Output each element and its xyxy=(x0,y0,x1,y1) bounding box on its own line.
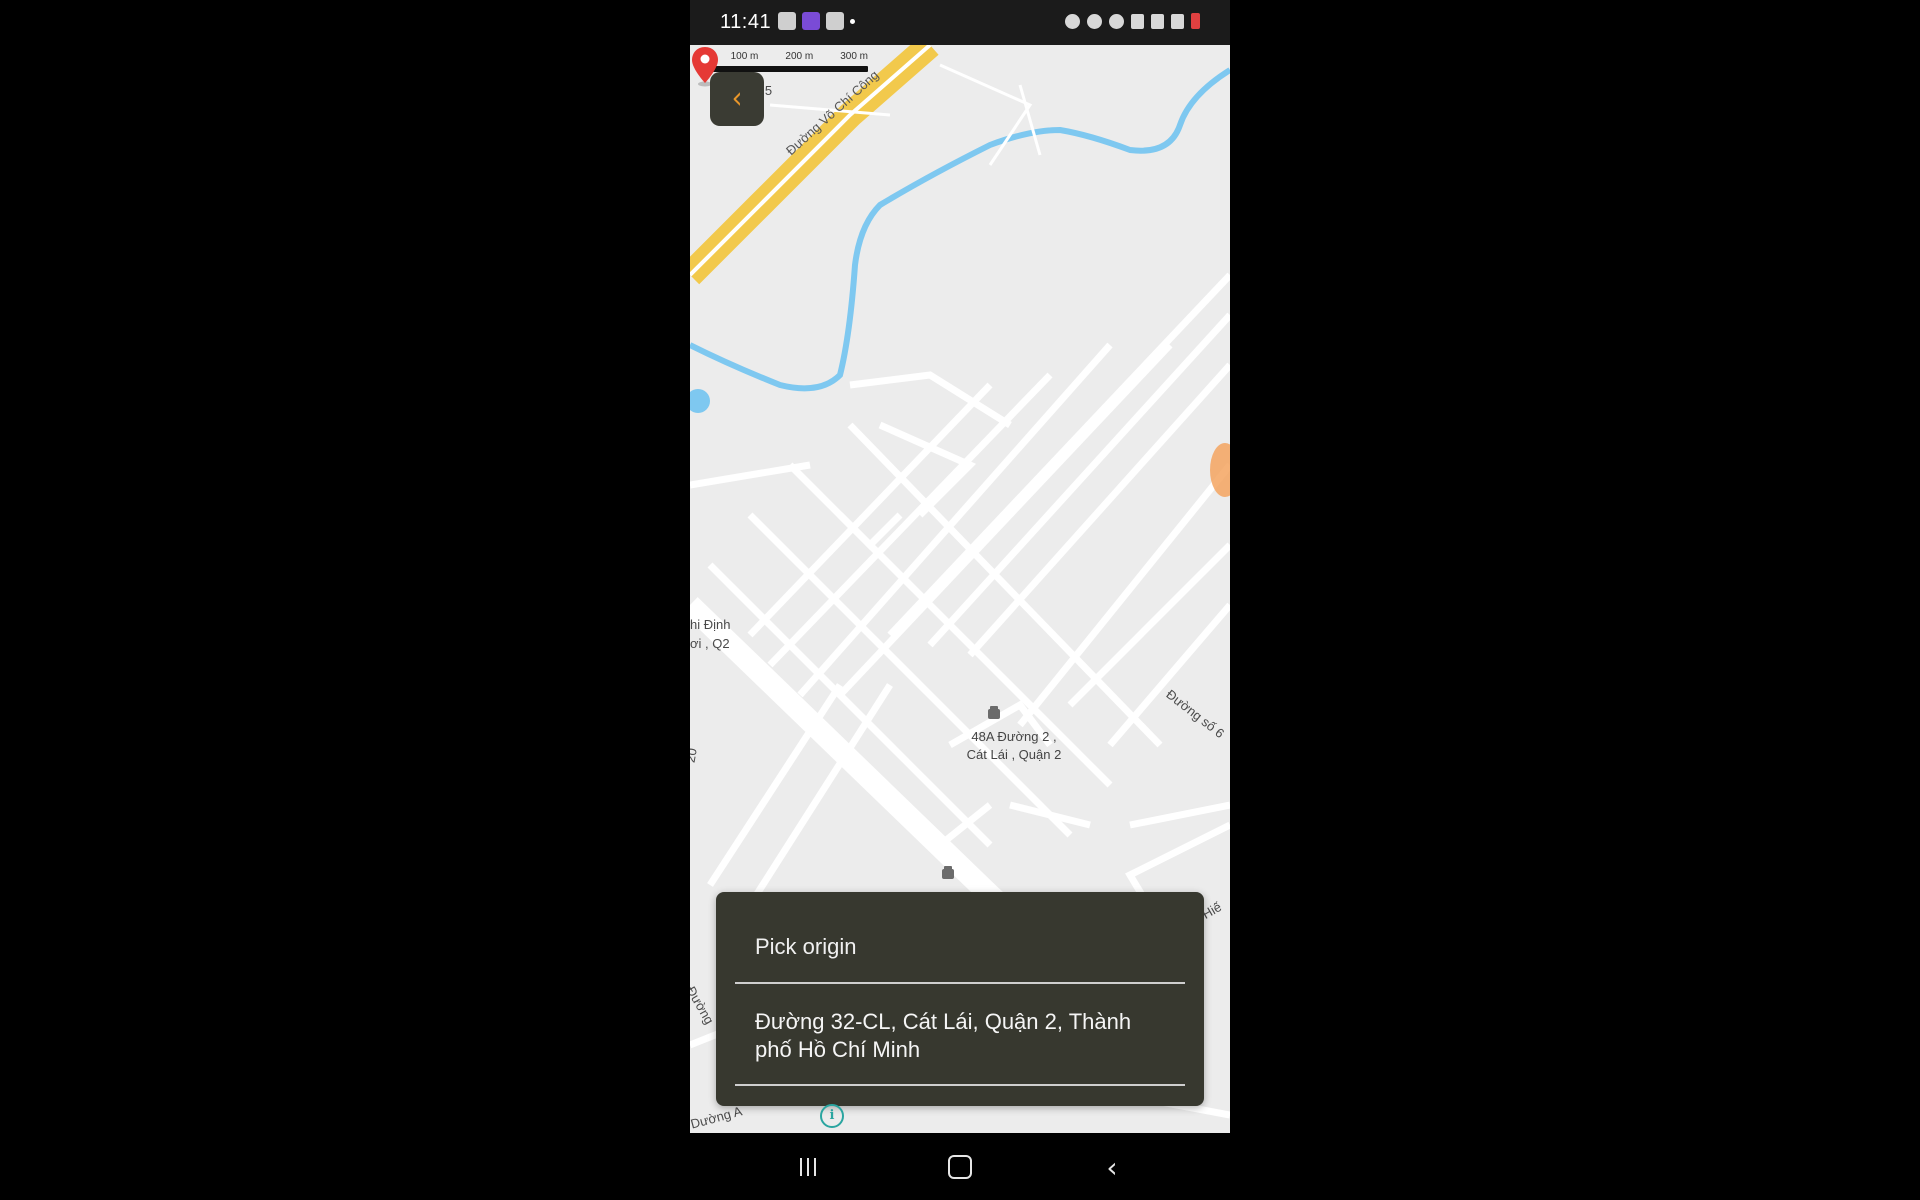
poi-label-48a[interactable]: 48A Đường 2 , Cát Lái , Quận 2 xyxy=(954,728,1074,764)
recents-icon xyxy=(800,1158,816,1176)
status-right-icons xyxy=(1065,13,1200,29)
scale-label-100: 100 m xyxy=(730,51,759,62)
location-icon xyxy=(1087,13,1102,29)
shop-icon xyxy=(988,706,1000,719)
road-label-left-2: ơi , Q2 xyxy=(690,636,730,651)
scale-labels: 0 100 m 200 m 300 m xyxy=(698,51,868,62)
hotspot-icon xyxy=(1109,13,1124,29)
shop-icon xyxy=(942,866,954,879)
status-bar: 11:41 xyxy=(690,0,1230,45)
home-button[interactable] xyxy=(940,1151,980,1183)
gallery-icon xyxy=(802,12,820,30)
cards-icon xyxy=(826,12,844,30)
sheet-divider-top xyxy=(735,982,1185,984)
volte-icon xyxy=(1131,13,1144,29)
poi-line1: 48A Đường 2 , xyxy=(971,729,1057,744)
scale-label-200: 200 m xyxy=(785,51,814,62)
poi-line2: Cát Lái , Quận 2 xyxy=(966,747,1062,762)
origin-address[interactable]: Đường 32-CL, Cát Lái, Quận 2, Thành phố … xyxy=(755,1008,1155,1064)
scale-label-300: 300 m xyxy=(840,51,868,62)
sheet-title: Pick origin xyxy=(755,934,857,959)
recents-button[interactable] xyxy=(788,1151,828,1183)
back-button[interactable]: ‹ xyxy=(710,72,764,126)
android-nav-bar: ‹ xyxy=(690,1133,1230,1200)
road-label-left-1: hi Định xyxy=(690,617,731,632)
water-body xyxy=(690,389,710,413)
4g-icon xyxy=(1151,13,1164,29)
qr-code-icon xyxy=(778,12,796,30)
home-icon xyxy=(948,1155,972,1179)
sheet-divider-bottom xyxy=(735,1084,1185,1086)
battery-icon xyxy=(1191,13,1200,29)
signal-icon xyxy=(1171,13,1184,29)
status-left-icons xyxy=(778,12,855,30)
system-back-button[interactable]: ‹ xyxy=(1092,1150,1132,1184)
river xyxy=(690,67,1230,392)
map-view[interactable]: 0 100 m 200 m 300 m ố 5 Đường Võ Chí Côn… xyxy=(690,45,1230,1133)
status-time: 11:41 xyxy=(720,11,772,33)
chevron-left-icon: ‹ xyxy=(731,81,743,116)
back-icon: ‹ xyxy=(1106,1150,1118,1184)
alarm-icon xyxy=(1065,13,1080,29)
notification-dot-icon xyxy=(850,19,855,24)
pick-origin-sheet: Pick origin Đường 32-CL, Cát Lái, Quận 2… xyxy=(716,892,1204,1106)
phone-screen: 11:41 100 m 200 m 300 m 5 Đường Võ Chí C… xyxy=(690,0,1230,1200)
info-icon[interactable]: i xyxy=(820,1104,844,1128)
